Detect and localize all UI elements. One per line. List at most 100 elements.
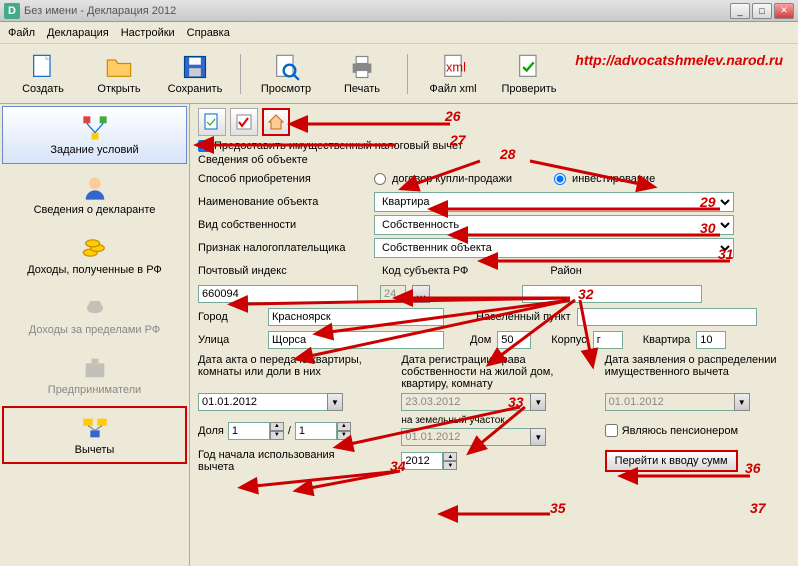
sidebar-entrepreneurs-label: Предприниматели [48,384,141,396]
maximize-button[interactable]: □ [752,3,772,19]
act-date-input[interactable] [198,393,328,411]
main-panel: Предоставить имущественный налоговый выч… [190,104,798,566]
locality-input[interactable] [577,308,757,326]
create-button[interactable]: Создать [8,47,78,101]
taxpayer-label: Признак налогоплательщика [198,242,368,254]
save-label: Сохранить [168,83,223,95]
share-a-down[interactable]: ▼ [270,431,284,440]
sidebar-conditions[interactable]: Задание условий [2,106,187,164]
street-input[interactable] [268,331,444,349]
obj-name-select[interactable]: Квартира [374,192,734,212]
object-info-label: Сведения об объекте [198,154,790,166]
tab-icon-1[interactable] [198,108,226,136]
building-label: Корпус [551,334,586,346]
titlebar: D Без имени - Декларация 2012 _ □ ✕ [0,0,798,22]
share-a-up[interactable]: ▲ [270,422,284,431]
district-input[interactable] [522,285,702,303]
sidebar-income-abroad-label: Доходы за пределами РФ [29,324,160,336]
print-label: Печать [344,83,380,95]
radio-investment[interactable] [554,173,566,185]
check-button[interactable]: Проверить [494,47,564,101]
deductions-icon [81,414,109,442]
postal-label: Почтовый индекс [198,265,306,277]
menu-file[interactable]: Файл [8,27,35,39]
new-doc-icon [29,53,57,81]
briefcase-icon [81,354,109,382]
sidebar-deductions[interactable]: Вычеты [2,406,187,464]
district-label: Район [550,265,581,277]
land-date-dropdown: ▼ [530,428,546,446]
menu-help[interactable]: Справка [187,27,230,39]
preview-label: Просмотр [261,83,311,95]
house-input[interactable] [497,331,531,349]
coins-icon [81,234,109,262]
sidebar: Задание условий Сведения о декларанте До… [0,104,190,566]
flat-input[interactable] [696,331,726,349]
reg-date-dropdown[interactable]: ▼ [530,393,546,411]
sidebar-entrepreneurs[interactable]: Предприниматели [2,346,187,404]
act-date-dropdown[interactable]: ▼ [327,393,343,411]
provide-deduction-checkbox[interactable] [198,140,210,152]
dist-date-input [605,393,735,411]
pensioner-checkbox[interactable] [605,424,618,437]
sidebar-deductions-label: Вычеты [75,444,115,456]
year-down[interactable]: ▼ [443,461,457,470]
sidebar-declarant-label: Сведения о декларанте [34,204,156,216]
year-up[interactable]: ▲ [443,452,457,461]
tab-icon-2[interactable] [230,108,258,136]
city-input[interactable] [268,308,444,326]
xml-button[interactable]: xml Файл xml [418,47,488,101]
create-label: Создать [22,83,64,95]
taxpayer-select[interactable]: Собственник объекта [374,238,734,258]
year-start-label: Год начала использования вычета [198,449,358,473]
go-to-sums-button[interactable]: Перейти к вводу сумм [605,450,738,472]
building-input[interactable] [593,331,623,349]
save-icon [181,53,209,81]
provide-deduction-label: Предоставить имущественный налоговый выч… [214,140,463,152]
minimize-button[interactable]: _ [730,3,750,19]
flat-label: Квартира [643,334,691,346]
menu-declaration[interactable]: Декларация [47,27,109,39]
share-a-input[interactable] [228,422,270,440]
menu-settings[interactable]: Настройки [121,27,175,39]
subj-code-input[interactable] [380,285,406,303]
land-plot-label: на земельный участок [401,415,586,426]
postal-input[interactable] [198,285,358,303]
obj-name-label: Наименование объекта [198,196,368,208]
house-label: Дом [470,334,491,346]
sidebar-conditions-label: Задание условий [50,144,138,156]
separator [407,54,408,94]
annotation-37: 37 [750,500,766,516]
ownership-select[interactable]: Собственность [374,215,734,235]
menubar: Файл Декларация Настройки Справка [0,22,798,44]
sidebar-income-abroad[interactable]: Доходы за пределами РФ [2,286,187,344]
moneybag-icon [81,294,109,322]
subj-code-lookup[interactable]: … [412,285,430,303]
radio-contract[interactable] [374,173,386,185]
reg-date-input[interactable] [401,393,531,411]
preview-button[interactable]: Просмотр [251,47,321,101]
sidebar-declarant[interactable]: Сведения о декларанте [2,166,187,224]
street-label: Улица [198,334,258,346]
open-icon [105,53,133,81]
share-b-down[interactable]: ▼ [337,431,351,440]
preview-icon [272,53,300,81]
land-date-input [401,428,531,446]
close-button[interactable]: ✕ [774,3,794,19]
sidebar-income-rf-label: Доходы, полученные в РФ [27,264,162,276]
open-button[interactable]: Открыть [84,47,154,101]
share-b-up[interactable]: ▲ [337,422,351,431]
separator [240,54,241,94]
share-b-input[interactable] [295,422,337,440]
open-label: Открыть [97,83,140,95]
tab-icon-house[interactable] [262,108,290,136]
share-slash: / [288,425,291,437]
xml-label: Файл xml [429,83,476,95]
subj-code-label: Код субъекта РФ [382,265,468,277]
radio-contract-label: договор купли-продажи [392,173,512,185]
year-input[interactable] [401,452,443,470]
save-button[interactable]: Сохранить [160,47,230,101]
annotation-arrow [450,504,560,524]
print-button[interactable]: Печать [327,47,397,101]
sidebar-income-rf[interactable]: Доходы, полученные в РФ [2,226,187,284]
